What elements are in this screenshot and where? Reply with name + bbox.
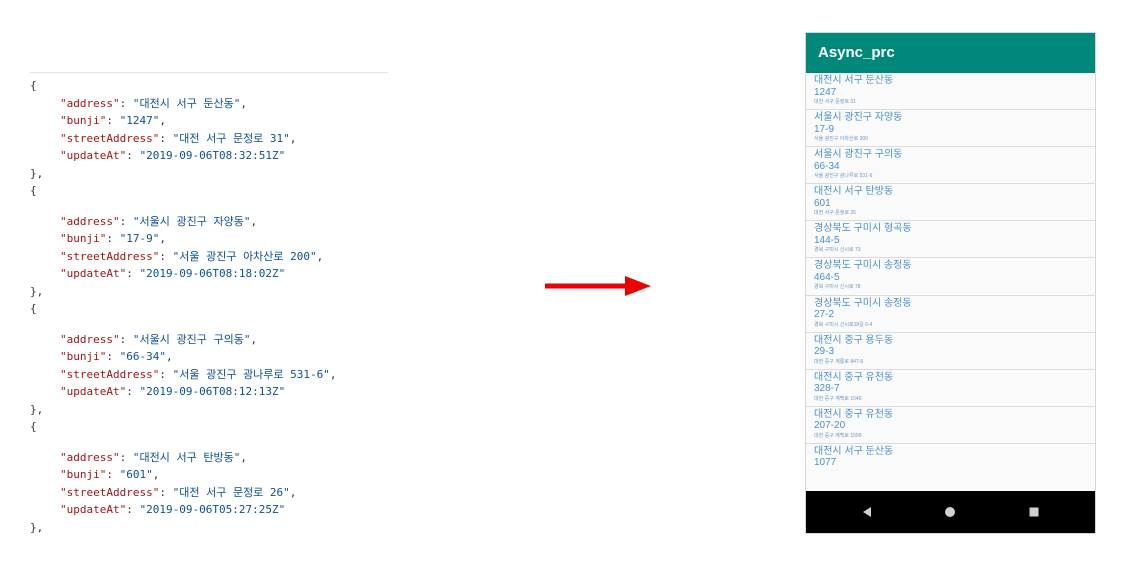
item-bunji: 328-7 [814,383,840,395]
brace-open: { [30,302,37,315]
item-bunji: 464-5 [814,271,840,283]
list-item[interactable]: 대전시 서구 둔산동 1077 [806,444,1095,481]
code-line-street-address: "streetAddress": "대전 서구 문정로 31", [60,131,297,145]
code-line-bunji: "bunji": "17-9", [60,232,166,245]
list-item[interactable]: 대전시 서구 둔산동 1247 대전 서구 문정로 31 [806,73,1095,111]
item-street-address: 대전 중구 계백로 1599 [814,432,862,439]
home-button[interactable] [930,491,970,533]
code-line-update-at: "updateAt": "2019-09-06T08:12:13Z" [60,385,286,398]
code-bunji-value: 601 [126,468,147,481]
code-address-value: 대전시 서구 탄방동 [139,450,234,464]
item-street-address: 경북 구미시 신시로 78 [814,284,861,291]
item-address: 경상북도 구미시 송정동 [814,260,912,272]
item-bunji: 207-20 [814,420,846,432]
item-street-address: 서울 광진구 아차산로 200 [814,136,868,143]
item-bunji: 1077 [814,457,837,469]
item-bunji: 1247 [814,86,837,98]
list-item[interactable]: 서울시 광진구 구의동 66-34 서울 광진구 광나루로 531-6 [806,147,1095,185]
item-address: 대전시 중구 용두동 [814,334,894,346]
code-street-value: 대전 서구 문정로 31 [179,131,284,145]
code-line-bunji: "bunji": "66-34", [60,350,173,363]
item-street-address: 경북 구미시 신시로 73 [814,247,861,254]
phone-screen: Async_prc 대전시 서구 둔산동 1247 대전 서구 문정로 31 서… [806,33,1095,533]
back-triangle-icon [863,507,871,517]
item-street-address: 서울 광진구 광나루로 531-6 [814,173,873,180]
code-update-value: 2019-09-06T08:32:51Z [146,149,279,162]
code-line-bunji: "bunji": "1247", [60,114,166,127]
code-line-address: "address": "대전시 서구 둔산동", [60,96,247,110]
recent-square-icon [1029,507,1039,517]
list-item[interactable]: 대전시 중구 용두동 29-3 대전 중구 계룡로 847-6 [806,333,1095,370]
brace-close: }, [30,520,44,534]
navigation-bar [806,491,1095,533]
list-item[interactable]: 경상북도 구미시 송정동 27-2 경북 구미시 신시로18길 6-4 [806,296,1095,333]
code-update-value: 2019-09-06T05:27:25Z [146,503,279,516]
item-address: 경상북도 구미시 송정동 [814,297,912,309]
list-item[interactable]: 경상북도 구미시 송정동 464-5 경북 구미시 신시로 78 [806,258,1095,296]
list-item[interactable]: 대전시 중구 유천동 207-20 대전 중구 계백로 1599 [806,407,1095,444]
code-street-value: 대전 서구 문정로 26 [179,485,284,499]
right-arrow-icon [545,276,651,296]
app-title: Async_prc [818,44,895,61]
code-line-address: "address": "서울시 광진구 자양동", [60,214,258,228]
app-bar: Async_prc [806,33,1095,73]
code-line-address: "address": "대전시 서구 탄방동", [60,450,247,464]
code-line-update-at: "updateAt": "2019-09-06T08:18:02Z" [60,267,286,280]
item-address: 대전시 서구 둔산동 [814,445,894,457]
item-street-address: 대전 서구 문정로 26 [814,210,856,217]
list-item[interactable]: 대전시 중구 유천동 328-7 대전 중구 계백로 1546 [806,370,1095,407]
code-bunji-value: 17-9 [126,232,153,245]
list-item[interactable]: 대전시 서구 탄방동 601 대전 서구 문정로 26 [806,184,1095,222]
code-line-street-address: "streetAddress": "서울 광진구 광나루로 531-6", [60,367,337,381]
code-street-value: 서울 광진구 아차산로 200 [179,249,311,263]
code-address-value: 서울시 광진구 자양동 [139,214,244,228]
brace-close: }, [30,402,44,416]
code-address-value: 대전시 서구 둔산동 [139,96,234,110]
list-item[interactable]: 경상북도 구미시 형곡동 144-5 경북 구미시 신시로 73 [806,221,1095,259]
brace-open: { [30,420,37,433]
brace-close: }, [30,284,44,298]
item-address: 서울시 광진구 구의동 [814,149,903,161]
item-bunji: 66-34 [814,160,840,172]
item-bunji: 144-5 [814,234,840,246]
item-bunji: 29-3 [814,346,835,358]
code-line-bunji: "bunji": "601", [60,468,160,481]
recent-apps-button[interactable] [1014,491,1054,533]
code-update-value: 2019-09-06T08:12:13Z [146,385,279,398]
code-line-update-at: "updateAt": "2019-09-06T05:27:25Z" [60,503,286,516]
item-bunji: 601 [814,197,831,209]
code-line-address: "address": "서울시 광진구 구의동", [60,332,258,346]
item-address: 대전시 중구 유천동 [814,408,894,420]
list-item[interactable]: 서울시 광진구 자양동 17-9 서울 광진구 아차산로 200 [806,110,1095,148]
code-line-street-address: "streetAddress": "서울 광진구 아차산로 200", [60,249,324,263]
code-bunji-value: 66-34 [126,350,160,363]
item-bunji: 27-2 [814,309,835,321]
item-street-address: 대전 중구 계룡로 847-6 [814,358,864,365]
item-address: 경상북도 구미시 형곡동 [814,223,912,235]
item-address: 대전시 서구 탄방동 [814,186,894,198]
home-circle-icon [945,507,955,517]
item-address: 서울시 광진구 자양동 [814,112,903,124]
brace-open: { [30,184,37,197]
code-street-value: 서울 광진구 광나루로 531-6 [179,367,324,381]
code-line-street-address: "streetAddress": "대전 서구 문정로 26", [60,485,297,499]
code-address-value: 서울시 광진구 구의동 [139,332,244,346]
address-list[interactable]: 대전시 서구 둔산동 1247 대전 서구 문정로 31 서울시 광진구 자양동… [806,73,1095,491]
item-street-address: 대전 서구 문정로 31 [814,99,856,105]
brace-close: }, [30,166,44,180]
item-bunji: 17-9 [814,123,835,135]
brace-open: { [30,79,37,92]
back-button[interactable] [847,491,887,533]
code-line-update-at: "updateAt": "2019-09-06T08:32:51Z" [60,149,286,162]
item-street-address: 경북 구미시 신시로18길 6-4 [814,321,873,328]
item-address: 대전시 서구 둔산동 [814,75,894,86]
code-bunji-value: 1247 [126,114,153,127]
item-address: 대전시 중구 유천동 [814,371,894,383]
item-street-address: 대전 중구 계백로 1546 [814,395,862,402]
code-update-value: 2019-09-06T08:18:02Z [146,267,279,280]
json-code-panel: { "address": "대전시 서구 둔산동", "bunji": "124… [30,72,388,536]
